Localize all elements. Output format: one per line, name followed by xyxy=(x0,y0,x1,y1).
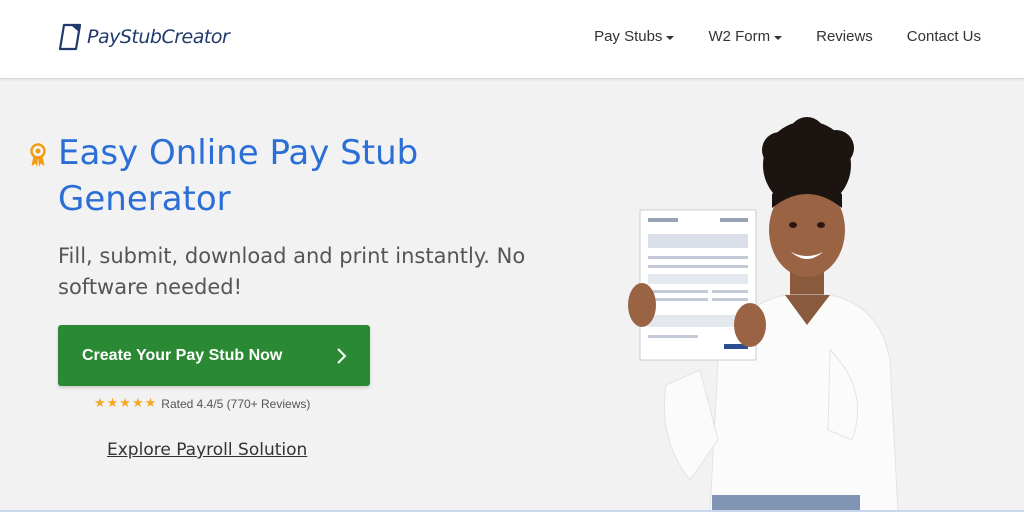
hero-subtitle: Fill, submit, download and print instant… xyxy=(58,244,526,299)
caret-down-icon xyxy=(666,35,675,40)
main-nav: Pay Stubs W2 Form Reviews Contact Us xyxy=(594,28,981,45)
rating: ★★★★★ Rated 4.4/5 (770+ Reviews) xyxy=(94,396,310,411)
nav-item-w2-form[interactable]: W2 Form xyxy=(708,28,783,45)
award-ribbon-icon xyxy=(30,143,46,167)
document-logo-icon xyxy=(58,23,82,51)
hero-illustration xyxy=(628,117,899,512)
nav-item-reviews[interactable]: Reviews xyxy=(816,28,873,45)
chevron-right-icon xyxy=(337,348,347,364)
logo[interactable]: PayStubCreator xyxy=(58,22,230,52)
nav-label: Pay Stubs xyxy=(594,28,663,45)
nav-item-pay-stubs[interactable]: Pay Stubs xyxy=(594,28,675,45)
logo-text-paystub: PayStub xyxy=(87,26,162,48)
logo-text-creator: Creator xyxy=(161,26,230,48)
explore-payroll-link[interactable]: Explore Payroll Solution xyxy=(107,440,307,460)
nav-label: Contact Us xyxy=(906,28,981,45)
cta-label: Create Your Pay Stub Now xyxy=(82,346,283,364)
nav-item-contact-us[interactable]: Contact Us xyxy=(907,28,981,45)
caret-down-icon xyxy=(774,35,783,40)
nav-label: Reviews xyxy=(816,28,873,45)
rating-text: Rated 4.4/5 (770+ Reviews) xyxy=(161,396,311,411)
star-rating-icons: ★★★★★ xyxy=(94,396,158,411)
hero-title: Easy Online Pay Stub Generator xyxy=(58,133,419,219)
site-header: PayStubCreator Pay Stubs W2 Form Reviews… xyxy=(0,0,1024,79)
nav-label: W2 Form xyxy=(708,28,771,45)
create-pay-stub-button[interactable]: Create Your Pay Stub Now xyxy=(58,325,370,386)
